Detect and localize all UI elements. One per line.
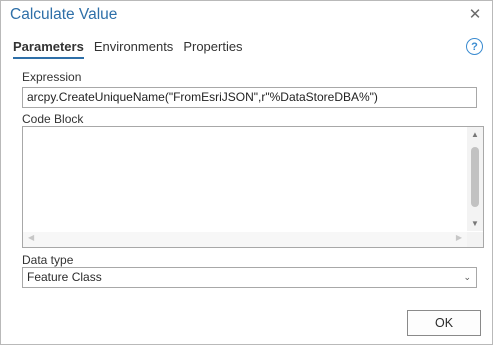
- ok-button[interactable]: OK: [407, 310, 481, 336]
- calculate-value-dialog: Calculate Value ✕ Parameters Environment…: [0, 0, 493, 345]
- code-block-editor[interactable]: ▲ ▼ ◀ ▶: [22, 126, 484, 248]
- scroll-right-icon[interactable]: ▶: [456, 233, 462, 242]
- chevron-down-icon: ⌄: [463, 272, 471, 282]
- tab-bar: Parameters Environments Properties: [13, 39, 243, 59]
- scroll-corner: [467, 232, 483, 247]
- code-block-label: Code Block: [22, 112, 84, 126]
- expression-input[interactable]: arcpy.CreateUniqueName("FromEsriJSON",r"…: [22, 87, 477, 108]
- tab-parameters[interactable]: Parameters: [13, 39, 84, 59]
- tab-properties[interactable]: Properties: [183, 39, 242, 59]
- vertical-scrollbar[interactable]: ▲ ▼: [467, 127, 483, 231]
- data-type-value: Feature Class: [27, 270, 102, 284]
- scroll-down-icon[interactable]: ▼: [467, 219, 483, 228]
- close-icon[interactable]: ✕: [466, 5, 484, 23]
- expression-label: Expression: [22, 70, 82, 84]
- scroll-up-icon[interactable]: ▲: [467, 130, 483, 139]
- data-type-label: Data type: [22, 253, 74, 267]
- data-type-select[interactable]: Feature Class ⌄: [22, 267, 477, 288]
- tab-environments[interactable]: Environments: [94, 39, 173, 59]
- scroll-thumb[interactable]: [471, 147, 479, 207]
- dialog-title: Calculate Value: [10, 6, 118, 23]
- scroll-left-icon[interactable]: ◀: [28, 233, 34, 242]
- horizontal-scrollbar[interactable]: ◀ ▶: [23, 232, 467, 247]
- help-icon[interactable]: ?: [466, 38, 483, 55]
